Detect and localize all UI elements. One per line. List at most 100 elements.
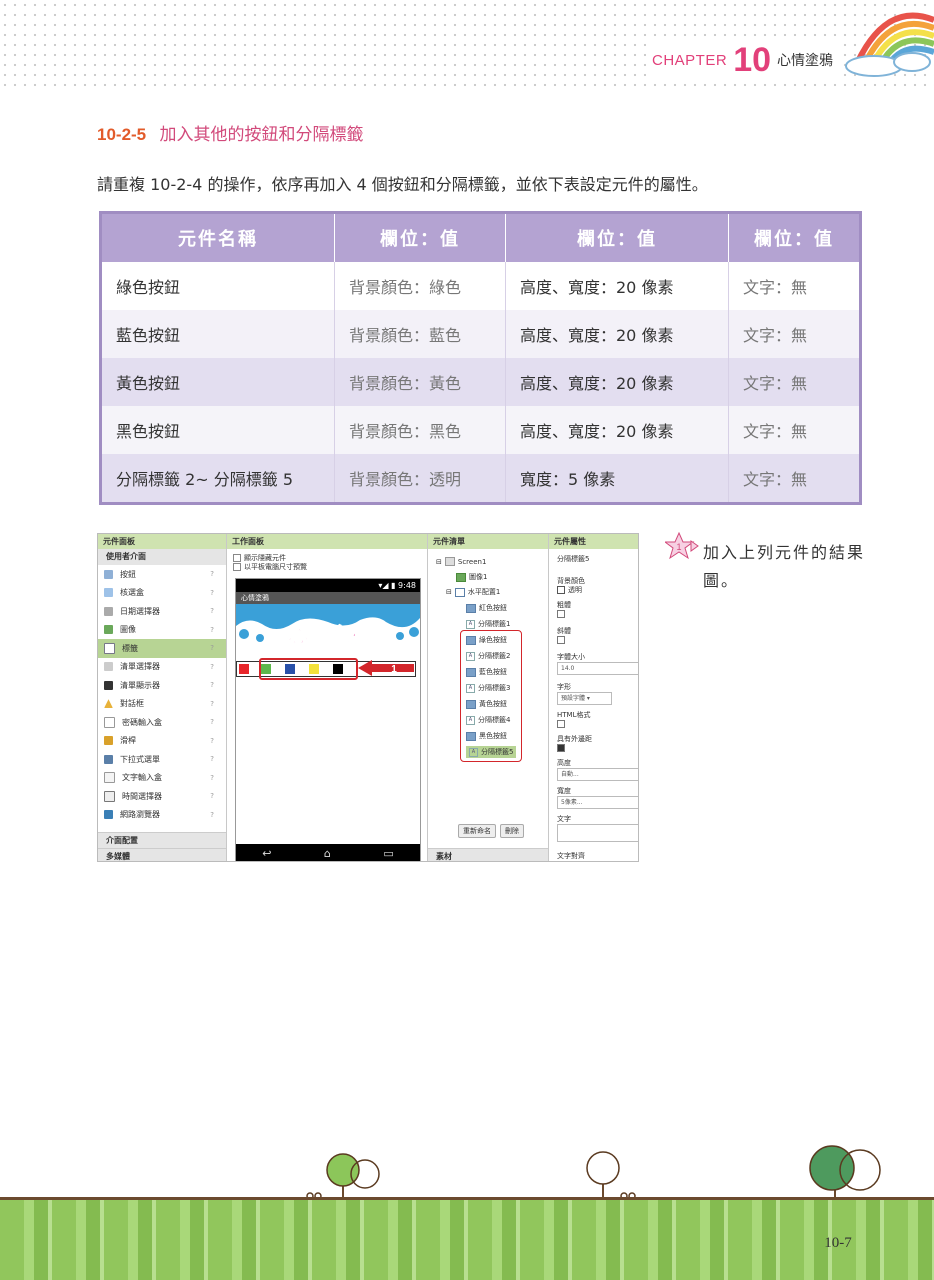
tree-item-screen1[interactable]: ⊟ Screen1 (436, 557, 486, 566)
tree-item-red-button[interactable]: 紅色按鈕 (466, 603, 507, 613)
palette-item-label: 對話框 (120, 699, 144, 709)
button-icon (466, 603, 476, 613)
palette-item-listview[interactable]: 清單顯示器? (98, 676, 226, 695)
back-icon[interactable]: ↩ (262, 847, 271, 860)
table-cell: 背景顏色：黃色 (334, 358, 506, 406)
help-icon[interactable]: ? (210, 607, 214, 615)
palette-item-label: 清單顯示器 (120, 680, 160, 690)
selected-component-name: 分隔標籤5 (557, 555, 590, 563)
chapter-word: CHAPTER (652, 51, 728, 69)
table-cell: 背景顏色：黑色 (334, 406, 506, 454)
palette-item-button[interactable]: 按鈕? (98, 565, 226, 584)
help-icon[interactable]: ? (210, 774, 214, 782)
palette-item-textbox[interactable]: 文字輸入盒? (98, 769, 226, 788)
signal-icon: ▾◢ ▮ (378, 581, 399, 590)
palette-item-notifier[interactable]: 對話框? (98, 695, 226, 714)
callout-text: 加入上列元件的結果圖。 (703, 543, 866, 590)
table-cell: 背景顏色：透明 (334, 454, 506, 502)
text-input[interactable] (557, 824, 638, 842)
help-icon[interactable]: ? (210, 718, 214, 726)
red-button[interactable] (239, 664, 249, 674)
help-icon[interactable]: ? (210, 811, 214, 819)
home-icon[interactable]: ⌂ (324, 847, 331, 860)
width-input[interactable]: 5像素... (557, 796, 638, 809)
palette-group-media[interactable]: 多媒體 (98, 848, 226, 861)
help-icon[interactable]: ? (210, 626, 214, 634)
text-align-label: 文字對齊 (557, 852, 585, 860)
help-icon[interactable]: ? (210, 663, 214, 671)
palette-group-layout[interactable]: 介面配置 (98, 832, 226, 848)
palette-item-passwordtextbox[interactable]: 密碼輸入盒? (98, 713, 226, 732)
collapse-icon[interactable]: ⊟ (436, 558, 442, 566)
palette-group-user-interface[interactable]: 使用者介面 (98, 549, 226, 565)
table-cell: 文字：無 (728, 310, 859, 358)
viewer-header: 工作面板 (227, 534, 427, 549)
palette-item-slider[interactable]: 滑桿? (98, 732, 226, 751)
callout-number: 1 (676, 542, 681, 552)
tree-item-image1[interactable]: 圖像1 (456, 572, 487, 582)
label-icon (104, 642, 115, 654)
palette-item-spinner[interactable]: 下拉式選單? (98, 750, 226, 769)
has-margins-checkbox[interactable] (557, 744, 565, 752)
highlight-box (259, 658, 358, 680)
tree-item-label1[interactable]: A 分隔標籤1 (466, 619, 510, 629)
tree-item-horizontal-arrangement1[interactable]: ⊟ 水平配置1 (446, 587, 500, 597)
palette-item-listpicker[interactable]: 清單選擇器? (98, 658, 226, 677)
rainbow-cloud-decoration (845, 12, 934, 77)
height-input[interactable]: 自動... (557, 768, 638, 781)
italic-checkbox[interactable] (557, 636, 565, 644)
height-label: 高度 (557, 759, 571, 767)
bg-color-picker[interactable]: 透明 (557, 585, 582, 595)
tablet-preview-checkbox[interactable]: 以平板電腦尺寸預覽 (233, 562, 307, 572)
font-typeface-label: 字形 (557, 683, 571, 691)
help-icon[interactable]: ? (210, 681, 214, 689)
grass-footer (0, 1200, 934, 1280)
bold-checkbox[interactable] (557, 610, 565, 618)
collapse-icon[interactable]: ⊟ (446, 588, 452, 596)
palette-item-label-selected[interactable]: 標籤? (98, 639, 226, 658)
help-icon[interactable]: ? (210, 589, 214, 597)
textbox-icon (104, 772, 115, 784)
spinner-icon (104, 754, 113, 764)
tree-item-label: 圖像1 (469, 573, 488, 581)
font-size-input[interactable]: 14.0 (557, 662, 638, 675)
font-typeface-select[interactable]: 預設字體 ▾ (557, 692, 612, 705)
text-label: 文字 (557, 815, 571, 823)
html-format-checkbox[interactable] (557, 720, 565, 728)
palette-item-webviewer[interactable]: 網路瀏覽器? (98, 806, 226, 825)
palette-item-timepicker[interactable]: 時間選擇器? (98, 787, 226, 806)
image-icon (456, 572, 466, 582)
palette-item-datepicker[interactable]: 日期選擇器? (98, 602, 226, 621)
help-icon[interactable]: ? (210, 792, 214, 800)
help-icon[interactable]: ? (210, 755, 214, 763)
palette-item-label: 圖像 (120, 625, 136, 635)
table-row: 綠色按鈕 背景顏色：綠色 高度、寬度：20 像素 文字：無 (102, 262, 859, 310)
tree-item-label: Screen1 (457, 557, 487, 566)
table-row: 藍色按鈕 背景顏色：藍色 高度、寬度：20 像素 文字：無 (102, 310, 859, 358)
screen-icon (444, 557, 455, 566)
tree-item-label: 水平配置1 (467, 588, 501, 596)
table-cell: 高度、寬度：20 像素 (505, 262, 729, 310)
properties-pane: 元件屬性 分隔標籤5 背景顏色 透明 粗體 斜體 字體大小 14.0 字形 預設… (549, 534, 638, 861)
media-header: 素材 (428, 848, 548, 861)
app-inventor-screenshot: 元件面板 使用者介面 按鈕? 核選盒? 日期選擇器? 圖像? 標籤? 清單選擇器… (97, 533, 639, 862)
palette-header: 元件面板 (98, 534, 226, 549)
help-icon[interactable]: ? (210, 644, 214, 652)
recent-apps-icon[interactable]: ▭ (383, 847, 393, 860)
app-title-bar: 心情塗鴉 (236, 592, 420, 604)
rename-button[interactable]: 重新命名 (458, 824, 496, 838)
palette-item-image[interactable]: 圖像? (98, 621, 226, 640)
help-icon[interactable]: ? (210, 570, 214, 578)
palette-item-label: 文字輸入盒 (122, 773, 162, 783)
section-heading: 10-2-5 加入其他的按鈕和分隔標籤 (97, 120, 364, 145)
warning-icon (104, 699, 113, 709)
help-icon[interactable]: ? (210, 737, 214, 745)
android-nav-bar: ↩ ⌂ ▭ (236, 844, 420, 861)
delete-button[interactable]: 刪除 (500, 824, 524, 838)
table-header-cell: 欄位：值 (728, 214, 859, 262)
tree-item-label: 分隔標籤1 (478, 620, 511, 628)
help-icon[interactable]: ? (210, 700, 214, 708)
has-margins-label: 具有外邊距 (557, 735, 592, 743)
palette-item-label: 標籤 (122, 643, 138, 653)
palette-item-checkbox[interactable]: 核選盒? (98, 584, 226, 603)
